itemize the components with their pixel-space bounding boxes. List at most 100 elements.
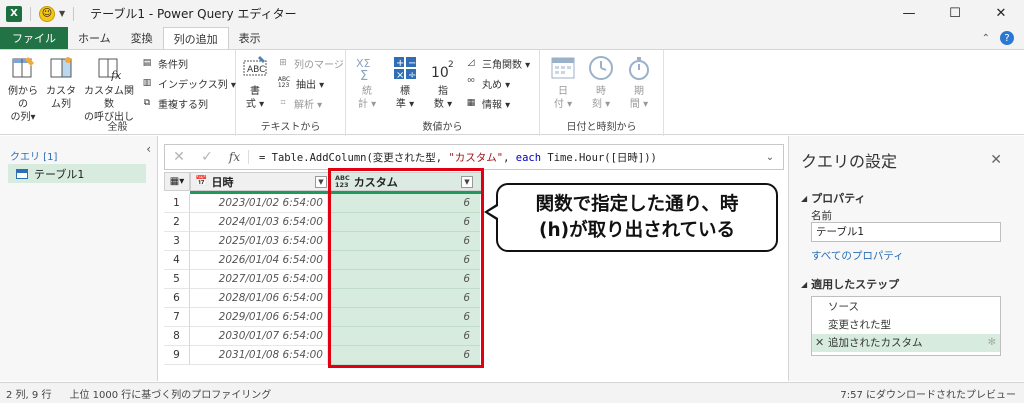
scientific-button[interactable]: 10 2 指 数 ▾ — [428, 54, 458, 111]
trigonometry-button[interactable]: ◿ 三角関数 ▾ — [464, 54, 531, 72]
all-properties-link[interactable]: すべてのプロパティ — [811, 248, 904, 263]
filter-dropdown-icon[interactable]: ▼ — [315, 175, 327, 188]
time-button[interactable]: 時 刻 ▾ — [586, 54, 616, 111]
row-number[interactable]: 6 — [164, 289, 190, 308]
row-number[interactable]: 9 — [164, 346, 190, 365]
information-button[interactable]: ▦ 情報 ▾ — [464, 94, 510, 112]
cancel-formula-icon[interactable]: ✕ — [165, 149, 193, 165]
index-column-button[interactable]: ▥ インデックス列 ▾ — [140, 74, 236, 92]
query-name-input[interactable]: テーブル1 — [811, 222, 1001, 242]
highlight-box — [328, 168, 484, 368]
profiling-status[interactable]: 上位 1000 行に基づく列のプロファイリング — [69, 386, 271, 401]
gear-icon[interactable]: ✻ — [988, 334, 996, 352]
rounding-button[interactable]: ⁰⁰ 丸め ▾ — [464, 74, 510, 92]
column-from-examples-button[interactable]: 例からの の列▾ — [6, 54, 40, 124]
merge-columns-button[interactable]: ⊞ 列のマージ — [276, 54, 344, 72]
status-bar: 2 列, 9 行 上位 1000 行に基づく列のプロファイリング 7:57 にダ… — [0, 382, 1024, 403]
row-number[interactable]: 1 — [164, 194, 190, 213]
cell-datetime[interactable]: 2026/01/04 6:54:00 — [190, 251, 328, 270]
custom-column-button[interactable]: カスタ ム列 — [44, 54, 78, 111]
tab-home[interactable]: ホーム — [68, 27, 121, 49]
clock-icon — [587, 54, 615, 82]
svg-text:−: − — [408, 58, 416, 69]
svg-text:÷: ÷ — [408, 70, 416, 81]
cell-datetime[interactable]: 2030/01/07 6:54:00 — [190, 327, 328, 346]
row-number[interactable]: 2 — [164, 213, 190, 232]
format-button[interactable]: ABC 書 式 ▾ — [240, 54, 270, 111]
tab-file[interactable]: ファイル — [0, 27, 68, 49]
query-item-table1[interactable]: テーブル1 — [8, 164, 146, 183]
applied-steps-list: ソース 変更された型 ✕ 追加されたカスタム ✻ — [811, 296, 1001, 356]
cell-datetime[interactable]: 2031/01/08 6:54:00 — [190, 346, 328, 365]
applied-steps-section[interactable]: ◢ 適用したステップ — [801, 276, 899, 292]
cell-datetime[interactable]: 2027/01/05 6:54:00 — [190, 270, 328, 289]
close-window-button[interactable]: ✕ — [978, 0, 1024, 27]
tab-view[interactable]: 表示 — [229, 27, 271, 49]
maximize-button[interactable]: ☐ — [932, 0, 978, 27]
query-settings-pane: クエリの設定 ✕ ◢ プロパティ 名前 テーブル1 すべてのプロパティ ◢ 適用… — [788, 136, 1024, 381]
table-menu-icon: ▦▾ — [169, 176, 185, 187]
row-number[interactable]: 4 — [164, 251, 190, 270]
confirm-formula-icon[interactable]: ✓ — [193, 149, 221, 165]
properties-section[interactable]: ◢ プロパティ — [801, 190, 866, 206]
standard-button[interactable]: + − × ÷ 標 準 ▾ — [390, 54, 420, 111]
cell-datetime[interactable]: 2028/01/06 6:54:00 — [190, 289, 328, 308]
group-label-text: テキストから — [260, 122, 321, 133]
minimize-button[interactable]: — — [886, 0, 932, 27]
custom-column-icon — [47, 54, 75, 82]
collapse-pane-icon[interactable]: ‹ — [146, 142, 151, 156]
duplicate-column-button[interactable]: ⧉ 重複する列 — [140, 94, 208, 112]
svg-text:×: × — [396, 70, 404, 81]
row-number[interactable]: 8 — [164, 327, 190, 346]
ribbon-tabs: ファイル ホーム 変換 列の追加 表示 ⌃ ? — [0, 27, 1024, 49]
cell-datetime[interactable]: 2025/01/03 6:54:00 — [190, 232, 328, 251]
queries-header: クエリ [1] — [10, 152, 58, 163]
smiley-feedback-icon[interactable]: ☺ — [39, 5, 55, 22]
fx-icon[interactable]: fx — [221, 150, 249, 164]
svg-text:Σ: Σ — [360, 69, 368, 81]
calendar-icon — [549, 54, 577, 82]
svg-text:10: 10 — [431, 65, 449, 81]
quick-access-dropdown-icon[interactable]: ▼ — [59, 9, 65, 18]
help-icon[interactable]: ? — [1000, 31, 1014, 45]
date-button[interactable]: 日 付 ▾ — [548, 54, 578, 111]
duration-button[interactable]: 期 間 ▾ — [624, 54, 654, 111]
collapse-ribbon-icon[interactable]: ⌃ — [982, 33, 990, 44]
cell-datetime[interactable]: 2023/01/02 6:54:00 — [190, 194, 328, 213]
invoke-custom-function-button[interactable]: fx カスタム関数 の呼び出し — [80, 54, 138, 124]
cell-datetime[interactable]: 2024/01/03 6:54:00 — [190, 213, 328, 232]
row-number[interactable]: 5 — [164, 270, 190, 289]
tab-transform[interactable]: 変換 — [121, 27, 163, 49]
settings-title: クエリの設定 — [801, 152, 898, 171]
step-source[interactable]: ソース — [812, 298, 1000, 316]
tab-add-column[interactable]: 列の追加 — [162, 27, 229, 49]
conditional-column-button[interactable]: ▤ 条件列 — [140, 54, 188, 72]
stopwatch-icon — [625, 54, 653, 82]
group-text: ABC 書 式 ▾ ⊞ 列のマージ ABC 123 抽出 ▾ ⌗ 解析 ▾ テキストから — [236, 50, 346, 136]
sigma-icon: XΣ Σ — [353, 54, 381, 82]
table-icon — [16, 168, 28, 179]
calendar-clock-icon: 📅 — [195, 176, 208, 187]
delete-step-icon[interactable]: ✕ — [815, 334, 824, 352]
row-number[interactable]: 7 — [164, 308, 190, 327]
name-label: 名前 — [811, 210, 832, 222]
step-changed-type[interactable]: 変更された型 — [812, 316, 1000, 334]
invoke-function-icon: fx — [95, 54, 123, 82]
statistics-button[interactable]: XΣ Σ 統 計 ▾ — [352, 54, 382, 111]
svg-text:+: + — [396, 58, 404, 69]
table-menu-button[interactable]: ▦▾ — [164, 172, 190, 191]
rounding-icon: ⁰⁰ — [467, 78, 475, 88]
formula-input[interactable]: = Table.AddColumn(変更された型, "カスタム", each T… — [249, 150, 657, 165]
cell-datetime[interactable]: 2029/01/06 6:54:00 — [190, 308, 328, 327]
column-header-datetime[interactable]: 📅 日時 ▼ — [190, 172, 330, 191]
step-added-custom[interactable]: ✕ 追加されたカスタム ✻ — [812, 334, 1000, 352]
expand-formula-icon[interactable]: ⌄ — [757, 152, 783, 163]
information-icon: ▦ — [466, 98, 476, 108]
extract-button[interactable]: ABC 123 抽出 ▾ — [276, 74, 324, 92]
collapse-triangle-icon: ◢ — [801, 193, 808, 203]
close-settings-icon[interactable]: ✕ — [990, 152, 1002, 168]
svg-text:fx: fx — [110, 69, 122, 81]
parse-button[interactable]: ⌗ 解析 ▾ — [276, 94, 322, 112]
group-datetime: 日 付 ▾ 時 刻 ▾ 期 間 ▾ 日付と時刻から — [540, 50, 664, 136]
row-number[interactable]: 3 — [164, 232, 190, 251]
